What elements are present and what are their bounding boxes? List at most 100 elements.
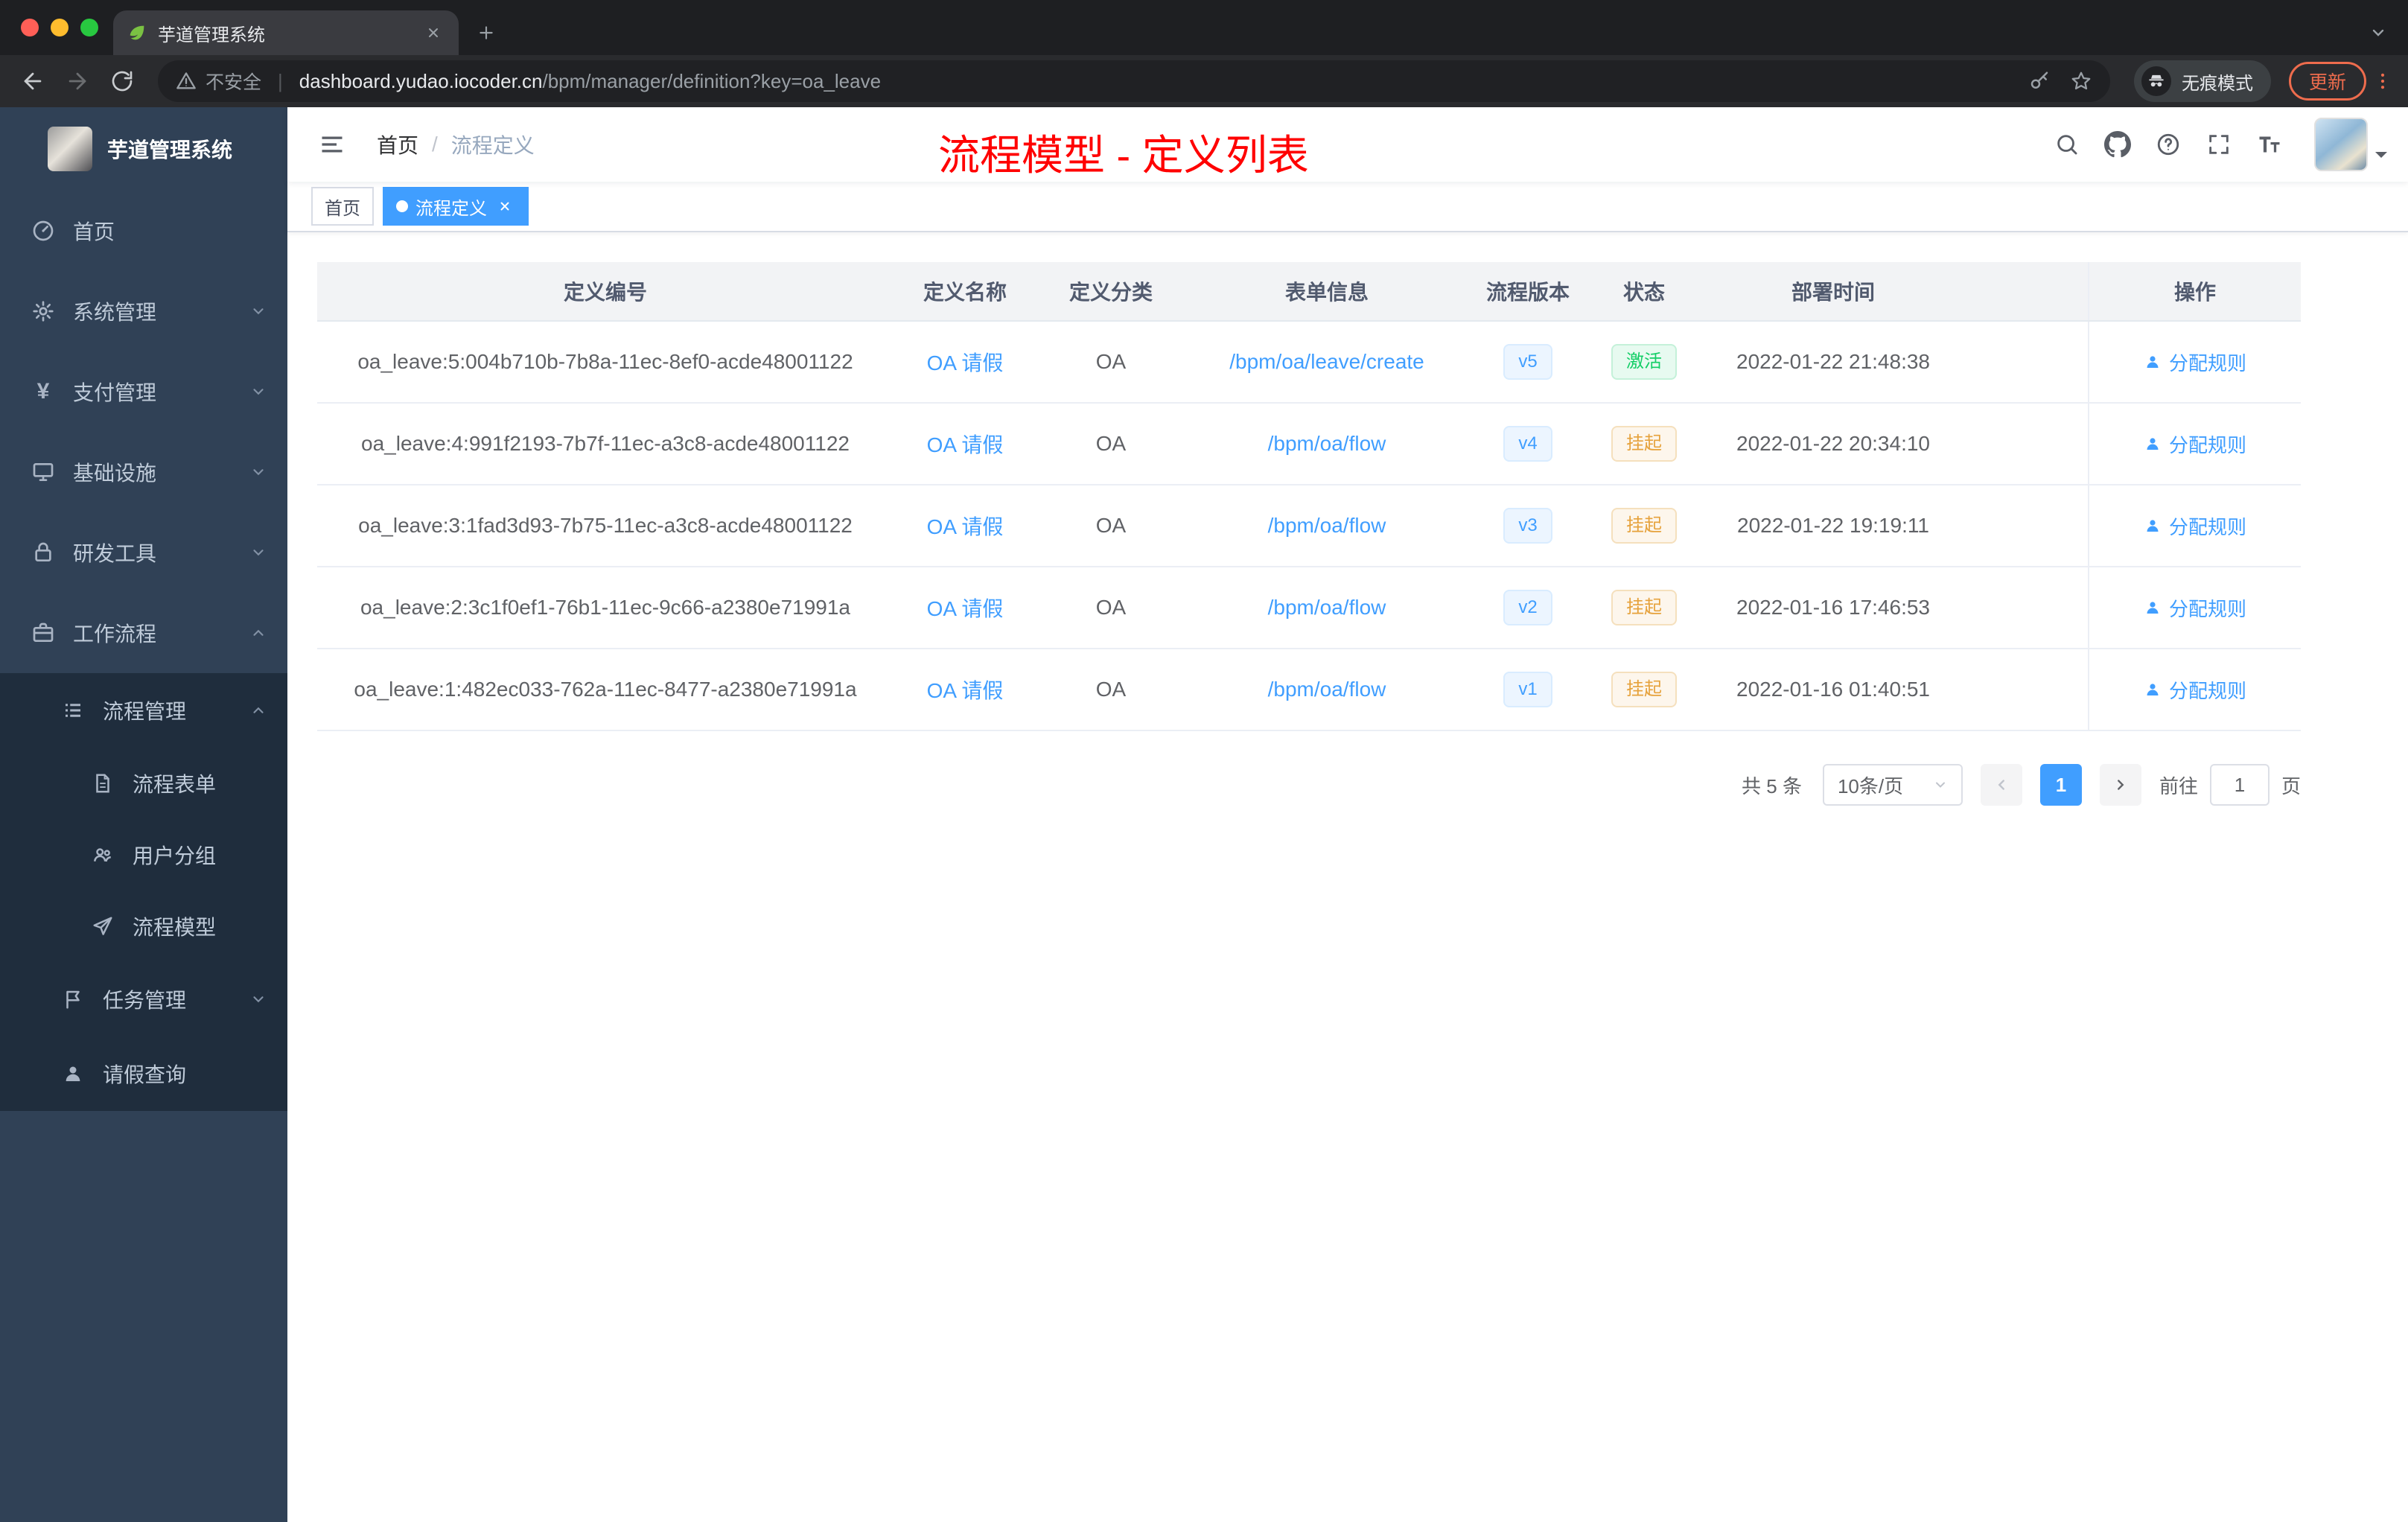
cell-category: OA: [1095, 596, 1127, 619]
next-page-button[interactable]: [2099, 764, 2141, 806]
assign-rule-link[interactable]: 分配规则: [2144, 348, 2246, 376]
assign-rule-link[interactable]: 分配规则: [2144, 512, 2246, 540]
form-link[interactable]: /bpm/oa/flow: [1268, 678, 1386, 701]
sidebar-item-user-group[interactable]: 用户分组: [0, 819, 287, 891]
user-group-icon: [89, 844, 116, 866]
definition-name-link[interactable]: OA 请假: [927, 679, 1004, 702]
person-icon: [2147, 684, 2159, 695]
version-badge[interactable]: v2: [1503, 590, 1552, 625]
sidebar-item-process-management[interactable]: 流程管理: [0, 673, 287, 748]
tag-home[interactable]: 首页: [311, 187, 374, 226]
form-link[interactable]: /bpm/oa/flow: [1268, 596, 1386, 619]
tab-title: 芋道管理系统: [158, 25, 265, 45]
sidebar-item-infrastructure[interactable]: 基础设施: [0, 432, 287, 512]
assign-rule-label: 分配规则: [2168, 433, 2246, 456]
sidebar-collapse-icon[interactable]: [308, 121, 356, 168]
definition-name-link[interactable]: OA 请假: [927, 433, 1004, 456]
window-zoom-button[interactable]: [80, 19, 98, 36]
pagination: 共 5 条 10条/页 1 前往 1 页: [317, 764, 2301, 806]
user-menu[interactable]: [2314, 118, 2387, 171]
password-key-icon[interactable]: [2028, 70, 2051, 92]
breadcrumb-home[interactable]: 首页: [377, 130, 418, 159]
sidebar-item-leave-query[interactable]: 请假查询: [0, 1037, 287, 1111]
prev-page-button[interactable]: [1980, 764, 2022, 806]
sidebar-item-process-form[interactable]: 流程表单: [0, 748, 287, 819]
version-badge[interactable]: v5: [1503, 344, 1552, 380]
url-text[interactable]: dashboard.yudao.iocoder.cn/bpm/manager/d…: [299, 70, 881, 93]
logo-title: 芋道管理系统: [107, 138, 233, 162]
tag-close-icon[interactable]: [494, 196, 515, 217]
sidebar-item-payment[interactable]: ¥ 支付管理: [0, 351, 287, 432]
github-icon[interactable]: [2097, 124, 2138, 165]
monitor-icon: [30, 460, 57, 484]
main-area: 流程模型 - 定义列表 首页 / 流程定义 首页 流程定义 定义编号 定义名称 …: [287, 107, 2408, 1522]
flag-icon: [60, 988, 86, 1010]
version-badge[interactable]: v1: [1503, 672, 1552, 707]
assign-rule-link[interactable]: 分配规则: [2144, 430, 2246, 458]
form-link[interactable]: /bpm/oa/leave/create: [1229, 350, 1424, 373]
sidebar-item-devtools[interactable]: 研发工具: [0, 512, 287, 593]
incognito-label: 无痕模式: [2181, 73, 2253, 94]
table-body: oa_leave:5:004b710b-7b8a-11ec-8ef0-acde4…: [317, 322, 2301, 731]
header-form-info: 表单信息: [1284, 281, 1369, 304]
dashboard-icon: [30, 219, 57, 243]
user-avatar[interactable]: [2314, 118, 2368, 171]
tag-process-definition[interactable]: 流程定义: [383, 187, 529, 226]
new-tab-button[interactable]: [459, 10, 514, 55]
window-close-button[interactable]: [21, 19, 39, 36]
search-icon[interactable]: [2046, 124, 2088, 165]
assign-rule-label: 分配规则: [2168, 515, 2246, 538]
sidebar-logo[interactable]: 芋道管理系统: [0, 107, 287, 191]
top-navbar: 首页 / 流程定义: [287, 107, 2408, 182]
tag-label: 首页: [325, 198, 360, 219]
window-minimize-button[interactable]: [51, 19, 69, 36]
assign-rule-label: 分配规则: [2168, 597, 2246, 620]
version-badge[interactable]: v4: [1503, 426, 1552, 462]
tab-close-icon[interactable]: [421, 21, 445, 45]
forward-button[interactable]: [57, 60, 98, 102]
reload-button[interactable]: [101, 60, 143, 102]
sidebar-item-label: 研发工具: [73, 542, 157, 565]
sidebar-item-system[interactable]: 系统管理: [0, 271, 287, 351]
cell-deploy-time: 2022-01-22 19:19:11: [1737, 514, 1929, 537]
assign-rule-link[interactable]: 分配规则: [2144, 594, 2246, 622]
sidebar-item-task-management[interactable]: 任务管理: [0, 962, 287, 1037]
help-icon[interactable]: [2147, 124, 2189, 165]
form-link[interactable]: /bpm/oa/flow: [1268, 514, 1386, 537]
sidebar-item-home[interactable]: 首页: [0, 191, 287, 271]
definition-name-link[interactable]: OA 请假: [927, 515, 1004, 538]
form-link[interactable]: /bpm/oa/flow: [1268, 432, 1386, 455]
bookmark-star-icon[interactable]: [2070, 70, 2092, 92]
fullscreen-icon[interactable]: [2198, 124, 2240, 165]
cell-deploy-time: 2022-01-22 20:34:10: [1736, 432, 1930, 455]
goto-page-input[interactable]: [2209, 764, 2270, 806]
person-icon: [2147, 438, 2159, 450]
security-indicator[interactable]: 不安全: [176, 68, 261, 95]
header-definition-id: 定义编号: [563, 281, 647, 304]
sidebar: 芋道管理系统 首页 系统管理 ¥ 支付管理 基础设施 研发工具 工作流程 流程管…: [0, 107, 287, 1522]
chevron-up-icon: [250, 702, 267, 719]
browser-tab[interactable]: 芋道管理系统: [113, 10, 459, 55]
page-size-select[interactable]: 10条/页: [1822, 764, 1963, 806]
version-badge[interactable]: v3: [1503, 508, 1552, 544]
font-size-icon[interactable]: [2249, 124, 2290, 165]
sidebar-item-process-model[interactable]: 流程模型: [0, 891, 287, 962]
cell-definition-id: oa_leave:4:991f2193-7b7f-11ec-a3c8-acde4…: [361, 432, 850, 455]
sidebar-item-label: 请假查询: [103, 1063, 187, 1086]
header-definition-name: 定义名称: [923, 281, 1007, 304]
browser-menu-kebab-icon[interactable]: [2369, 62, 2396, 101]
back-button[interactable]: [12, 60, 54, 102]
assign-rule-label: 分配规则: [2168, 679, 2246, 702]
page-number-button[interactable]: 1: [2039, 764, 2082, 806]
address-bar[interactable]: 不安全 | dashboard.yudao.iocoder.cn/bpm/man…: [158, 60, 2110, 102]
definition-name-link[interactable]: OA 请假: [927, 351, 1004, 375]
definition-name-link[interactable]: OA 请假: [927, 597, 1004, 620]
sidebar-item-workflow[interactable]: 工作流程: [0, 593, 287, 673]
briefcase-icon: [30, 621, 57, 645]
person-icon: [60, 1063, 86, 1085]
assign-rule-link[interactable]: 分配规则: [2144, 676, 2246, 704]
cell-definition-id: oa_leave:2:3c1f0ef1-76b1-11ec-9c66-a2380…: [360, 596, 850, 619]
update-button[interactable]: 更新: [2288, 62, 2366, 101]
warning-triangle-icon: [176, 72, 196, 89]
tab-search-chevron-icon[interactable]: [2369, 10, 2396, 55]
